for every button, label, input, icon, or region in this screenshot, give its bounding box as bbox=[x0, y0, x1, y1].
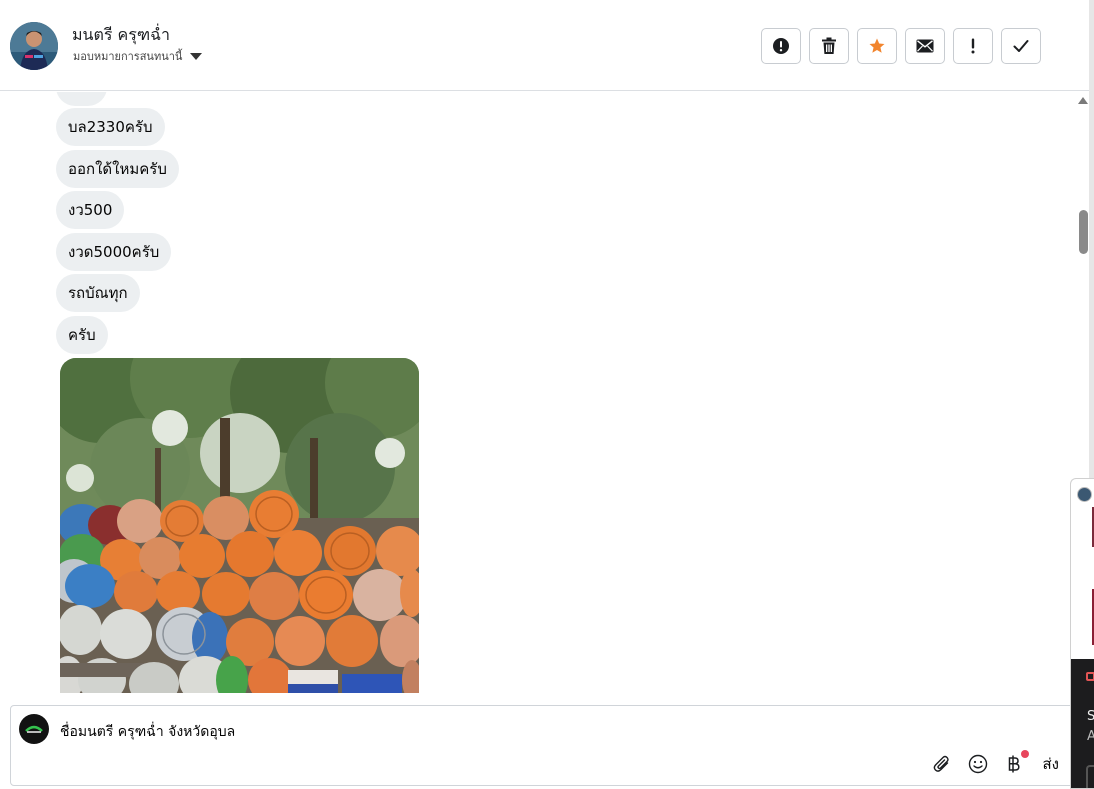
delete-button[interactable] bbox=[809, 28, 849, 64]
side-popup[interactable]: S A bbox=[1070, 478, 1094, 789]
message-bubble[interactable]: งวด5000ครับ bbox=[56, 233, 172, 271]
message-thread[interactable]: บัลา บล2330ครับ ออกใด้ใหมครับ งว500 งวด5… bbox=[0, 92, 1072, 702]
mark-important-button[interactable] bbox=[953, 28, 993, 64]
report-spam-button[interactable] bbox=[761, 28, 801, 64]
smiley-icon bbox=[968, 754, 987, 774]
trash-icon bbox=[822, 37, 836, 54]
page-avatar bbox=[19, 714, 49, 744]
message-bubble[interactable]: ครับ bbox=[56, 316, 108, 354]
popup-frame bbox=[1086, 765, 1094, 788]
contact-avatar[interactable] bbox=[10, 22, 58, 70]
message-input[interactable]: ชื่อมนตรี ครุฑฉ่ำ จังหวัดอุบล bbox=[60, 721, 235, 743]
message-photo-oil-drums[interactable] bbox=[60, 358, 419, 693]
message-bubble[interactable]: ออกใด้ใหมครับ bbox=[56, 150, 179, 188]
composer-tools: ส่ง bbox=[931, 750, 1059, 776]
assign-label: มอบหมายการสนทนานี้ bbox=[73, 50, 183, 63]
mark-unread-button[interactable] bbox=[905, 28, 945, 64]
chevron-down-icon[interactable] bbox=[190, 52, 203, 60]
message-bubble[interactable]: งว500 bbox=[56, 191, 125, 229]
attach-button[interactable] bbox=[931, 753, 953, 775]
paperclip-icon bbox=[933, 755, 949, 772]
contact-name[interactable]: มนตรี ครุฑฉ่ำ bbox=[72, 23, 170, 48]
alert-circle-icon bbox=[773, 38, 789, 54]
star-button[interactable] bbox=[857, 28, 897, 64]
baht-icon bbox=[1008, 755, 1020, 773]
emoji-button[interactable] bbox=[967, 753, 989, 775]
payment-button[interactable] bbox=[1003, 750, 1029, 775]
message-bubble[interactable]: บล2330ครับ bbox=[56, 108, 165, 146]
exclamation-icon bbox=[971, 38, 975, 54]
message-bubble[interactable]: รถบัณทุก bbox=[56, 274, 140, 312]
notification-badge bbox=[1020, 750, 1029, 758]
scrollbar-thumb[interactable] bbox=[1079, 210, 1088, 254]
message-bubble[interactable]: บัลา bbox=[56, 92, 108, 106]
conversation-header: มนตรี ครุฑฉ่ำ มอบหมายการสนทนานี้ bbox=[0, 0, 1090, 91]
mark-done-button[interactable] bbox=[1001, 28, 1041, 64]
checkmark-icon bbox=[1013, 40, 1029, 52]
calendar-icon bbox=[1086, 672, 1094, 681]
send-button[interactable]: ส่ง bbox=[1043, 752, 1059, 776]
scroll-up-arrow-icon[interactable] bbox=[1078, 97, 1088, 104]
star-icon bbox=[869, 38, 885, 53]
message-composer[interactable]: ชื่อมนตรี ครุฑฉ่ำ จังหวัดอุบล ส่ง bbox=[10, 705, 1090, 786]
popup-text: A bbox=[1087, 729, 1094, 744]
assign-conversation[interactable]: มอบหมายการสนทนานี้ bbox=[73, 47, 203, 65]
envelope-icon bbox=[916, 39, 934, 53]
popup-avatar bbox=[1077, 487, 1092, 502]
conversation-actions bbox=[761, 28, 1041, 64]
popup-text: S bbox=[1087, 709, 1094, 724]
